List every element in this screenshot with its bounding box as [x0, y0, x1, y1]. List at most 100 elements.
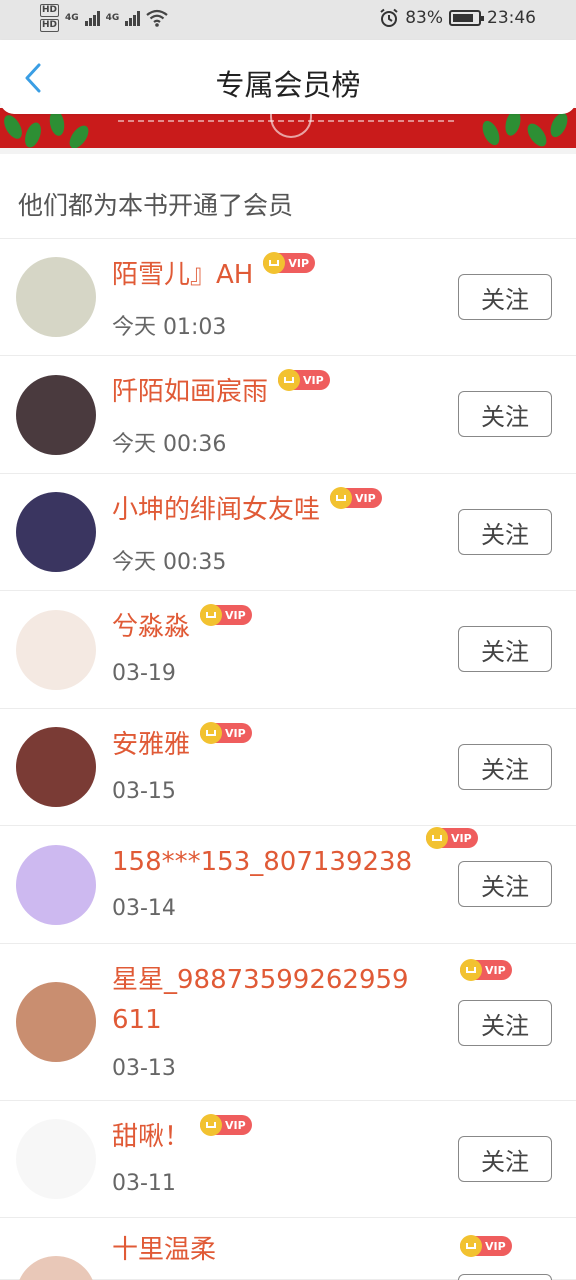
member-row[interactable]: 阡陌如画宸雨 VIP 今天 00:36 关注 — [0, 356, 576, 474]
name-line: 兮淼淼 VIP — [112, 604, 252, 643]
header: 专属会员榜 — [0, 40, 576, 114]
vip-badge: VIP — [200, 604, 252, 626]
vip-badge: VIP — [330, 487, 382, 509]
member-row[interactable]: 158***153_807139238 VIP 03-14 关注 — [0, 826, 576, 944]
avatar[interactable] — [16, 982, 96, 1062]
hd-label-1: HD — [40, 4, 60, 17]
section-title: 他们都为本书开通了会员 — [18, 191, 294, 220]
crown-icon — [426, 827, 448, 849]
name-line: 阡陌如画宸雨 VIP — [112, 369, 330, 408]
crown-icon — [330, 487, 353, 509]
follow-button[interactable]: 关注 — [458, 274, 552, 320]
page-title: 专属会员榜 — [215, 68, 361, 102]
name-line: 小坤的绯闻女友哇 VIP — [112, 487, 382, 526]
crown-icon — [460, 959, 482, 981]
member-row[interactable]: 十里温柔 VIP 关注 — [0, 1218, 576, 1280]
wifi-icon — [146, 9, 169, 27]
status-right: 83% 23:46 — [379, 8, 536, 28]
member-time: 今天 00:35 — [112, 550, 227, 575]
member-row[interactable]: 安雅雅 VIP 03-15 关注 — [0, 709, 576, 826]
vip-label: VIP — [225, 726, 246, 740]
battery-percent: 83% — [405, 8, 443, 28]
member-name[interactable]: 星星_98873599262959611 — [112, 960, 412, 1040]
vip-label: VIP — [485, 963, 506, 977]
member-time: 03-19 — [112, 661, 176, 686]
follow-button[interactable]: 关注 — [458, 1274, 552, 1280]
battery-icon — [449, 10, 484, 26]
network-label-2: 4G — [105, 13, 120, 23]
avatar[interactable] — [16, 375, 96, 455]
member-time: 03-14 — [112, 896, 176, 921]
signal-icon — [84, 10, 100, 26]
network-label-1: 4G — [65, 13, 79, 23]
avatar[interactable] — [16, 727, 96, 807]
hd-label-2: HD — [40, 19, 60, 32]
member-name[interactable]: 小坤的绯闻女友哇 — [112, 494, 320, 526]
vip-label: VIP — [451, 831, 472, 845]
avatar[interactable] — [16, 257, 96, 337]
avatar[interactable] — [16, 845, 96, 925]
crown-icon — [200, 722, 223, 744]
member-row[interactable]: 兮淼淼 VIP 03-19 关注 — [0, 591, 576, 709]
crown-icon — [460, 1235, 482, 1257]
crown-icon — [263, 252, 286, 274]
member-time: 03-15 — [112, 779, 176, 804]
member-time: 今天 00:36 — [112, 432, 227, 457]
banner-image[interactable] — [0, 108, 576, 148]
avatar[interactable] — [16, 492, 96, 572]
member-name[interactable]: 甜啾！ — [112, 1121, 190, 1153]
follow-button[interactable]: 关注 — [458, 626, 552, 672]
vip-badge: VIP — [460, 1235, 512, 1257]
member-list: 陌雪儿』AH VIP 今天 01:03 关注 阡陌如画宸雨 VIP 今天 00:36 关注 小坤… — [0, 239, 576, 1280]
vip-label: VIP — [485, 1239, 506, 1253]
follow-button[interactable]: 关注 — [458, 1000, 552, 1046]
avatar[interactable] — [16, 1256, 96, 1280]
member-time: 03-11 — [112, 1171, 176, 1196]
follow-button[interactable]: 关注 — [458, 1136, 552, 1182]
member-name[interactable]: 陌雪儿』AH — [112, 259, 253, 291]
member-time: 今天 01:03 — [112, 315, 227, 340]
name-line: 十里温柔 — [112, 1234, 216, 1266]
name-line: 158***153_807139238 — [112, 846, 412, 878]
vip-badge: VIP — [426, 827, 478, 849]
section-gap — [0, 148, 576, 154]
status-left: HD HD 4G 4G — [40, 4, 169, 32]
member-row[interactable]: 小坤的绯闻女友哇 VIP 今天 00:35 关注 — [0, 474, 576, 591]
member-row[interactable]: 星星_98873599262959611 VIP 03-13 关注 — [0, 944, 576, 1101]
vip-badge: VIP — [200, 1114, 252, 1136]
hd-indicators: HD HD — [40, 4, 60, 32]
vip-label: VIP — [288, 256, 310, 270]
vip-label: VIP — [225, 608, 246, 622]
vip-label: VIP — [303, 373, 324, 387]
signal-icon-2 — [125, 10, 141, 26]
vip-label: VIP — [225, 1118, 246, 1132]
name-line: 星星_98873599262959611 — [112, 960, 412, 1040]
member-name[interactable]: 十里温柔 — [112, 1234, 216, 1266]
status-bar: HD HD 4G 4G 83% 23:46 — [0, 0, 576, 40]
vip-badge: VIP — [278, 369, 330, 391]
follow-button[interactable]: 关注 — [458, 509, 552, 555]
member-name[interactable]: 安雅雅 — [112, 729, 190, 761]
avatar[interactable] — [16, 610, 96, 690]
member-row[interactable]: 陌雪儿』AH VIP 今天 01:03 关注 — [0, 239, 576, 356]
follow-button[interactable]: 关注 — [458, 744, 552, 790]
follow-button[interactable]: 关注 — [458, 391, 552, 437]
member-time: 03-13 — [112, 1056, 176, 1081]
member-name[interactable]: 阡陌如画宸雨 — [112, 376, 268, 408]
crown-icon — [200, 1114, 223, 1136]
clock: 23:46 — [487, 8, 536, 28]
member-name[interactable]: 兮淼淼 — [112, 611, 190, 643]
alarm-icon — [380, 8, 398, 27]
member-name[interactable]: 158***153_807139238 — [112, 846, 412, 878]
follow-button[interactable]: 关注 — [458, 861, 552, 907]
name-line: 安雅雅 VIP — [112, 722, 252, 761]
name-line: 陌雪儿』AH VIP — [112, 252, 316, 291]
vip-badge: VIP — [263, 252, 316, 274]
avatar[interactable] — [16, 1119, 96, 1199]
member-row[interactable]: 甜啾！ VIP 03-11 关注 — [0, 1101, 576, 1218]
name-line: 甜啾！ VIP — [112, 1114, 252, 1153]
crown-icon — [200, 604, 223, 626]
vip-label: VIP — [355, 491, 376, 505]
vip-badge: VIP — [200, 722, 252, 744]
crown-icon — [278, 369, 301, 391]
